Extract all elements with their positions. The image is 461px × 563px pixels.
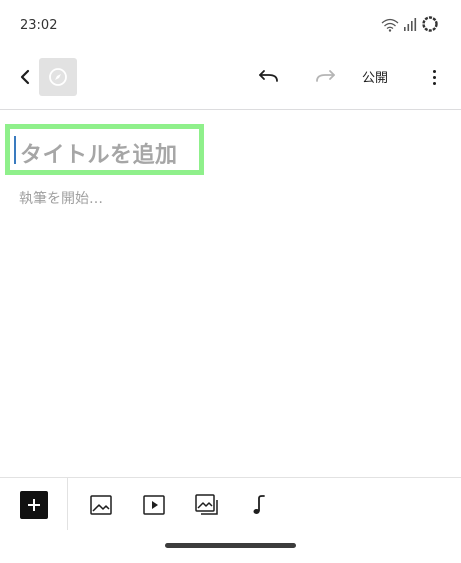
publish-button[interactable]: 公開 (362, 67, 388, 86)
video-block-button[interactable] (141, 491, 167, 519)
status-bar: 23:02 (0, 0, 461, 50)
image-block-button[interactable] (88, 491, 114, 519)
gallery-icon (195, 494, 218, 515)
audio-block-button[interactable] (246, 491, 272, 519)
post-body-input[interactable]: 執筆を開始… (19, 188, 103, 208)
undo-icon (259, 70, 278, 82)
more-options-button[interactable] (424, 62, 444, 92)
post-title-input[interactable]: タイトルを追加 (20, 137, 178, 169)
compass-icon (49, 68, 67, 86)
toolbar-divider (0, 109, 461, 110)
signal-icon (403, 17, 417, 36)
more-vertical-icon (432, 69, 436, 73)
back-button[interactable] (14, 64, 36, 90)
undo-button[interactable] (255, 65, 281, 89)
block-bar-separator (67, 478, 68, 530)
plus-icon (28, 499, 40, 511)
status-time: 23:02 (20, 18, 58, 33)
chevron-left-icon (20, 69, 30, 85)
video-icon (143, 495, 165, 515)
block-inserter-bar (0, 478, 461, 530)
redo-button[interactable] (313, 65, 339, 89)
wifi-icon (381, 17, 399, 36)
status-icons (381, 15, 439, 37)
site-icon-button[interactable] (39, 58, 77, 96)
editor-toolbar: 公開 (0, 52, 461, 102)
image-icon (90, 495, 112, 515)
redo-icon (316, 70, 335, 82)
add-block-button[interactable] (20, 491, 48, 519)
battery-ring-icon (421, 15, 439, 37)
text-caret (14, 136, 16, 164)
home-indicator[interactable] (165, 543, 296, 548)
gallery-block-button[interactable] (194, 491, 220, 519)
music-note-icon (253, 495, 265, 514)
